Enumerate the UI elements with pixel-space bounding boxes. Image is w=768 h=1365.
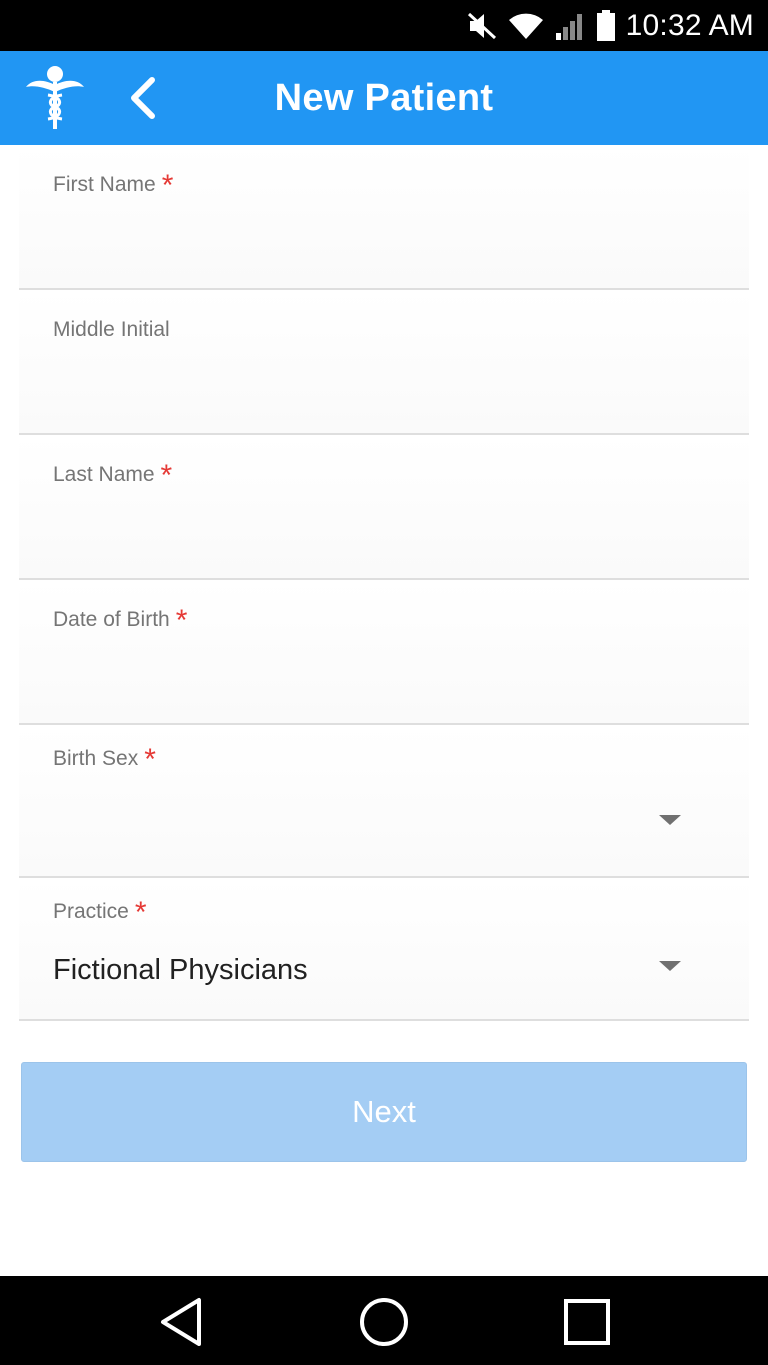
birth-sex-select[interactable]: Birth Sex * — [19, 725, 749, 878]
date-of-birth-field[interactable]: Date of Birth * — [19, 580, 749, 725]
app-bar: New Patient — [0, 51, 768, 145]
required-marker: * — [175, 604, 188, 637]
last-name-field[interactable]: Last Name * — [19, 435, 749, 580]
first-name-field[interactable]: First Name * — [19, 145, 749, 290]
system-nav-bar — [0, 1276, 768, 1365]
middle-initial-field[interactable]: Middle Initial — [19, 290, 749, 435]
home-circle-icon[interactable] — [356, 1294, 412, 1350]
practice-select[interactable]: Practice * Fictional Physicians — [19, 878, 749, 1021]
date-of-birth-label: Date of Birth * — [53, 604, 188, 637]
new-patient-form: First Name * Middle Initial Last Name * Da… — [0, 145, 768, 1021]
required-marker: * — [160, 459, 173, 492]
mute-icon — [466, 11, 498, 41]
required-marker: * — [144, 743, 156, 776]
status-time: 10:32 AM — [625, 8, 754, 42]
chevron-down-icon[interactable] — [659, 815, 681, 825]
last-name-label: Last Name * — [53, 459, 173, 492]
recents-square-icon[interactable] — [559, 1294, 615, 1350]
wifi-icon — [508, 11, 544, 41]
signal-icon — [554, 11, 586, 41]
practice-value[interactable]: Fictional Physicians — [53, 954, 308, 987]
first-name-label: First Name * — [53, 169, 174, 202]
practice-label: Practice * — [53, 896, 147, 929]
next-button[interactable]: Next — [21, 1062, 747, 1162]
birth-sex-label: Birth Sex * — [53, 743, 156, 776]
required-marker: * — [161, 169, 174, 202]
page-title: New Patient — [274, 76, 494, 119]
chevron-down-icon[interactable] — [659, 961, 681, 971]
status-bar: 10:32 AM — [0, 0, 768, 51]
required-marker: * — [134, 896, 147, 929]
back-triangle-icon[interactable] — [154, 1294, 210, 1350]
battery-icon — [596, 9, 616, 42]
middle-initial-label: Middle Initial — [53, 318, 170, 341]
